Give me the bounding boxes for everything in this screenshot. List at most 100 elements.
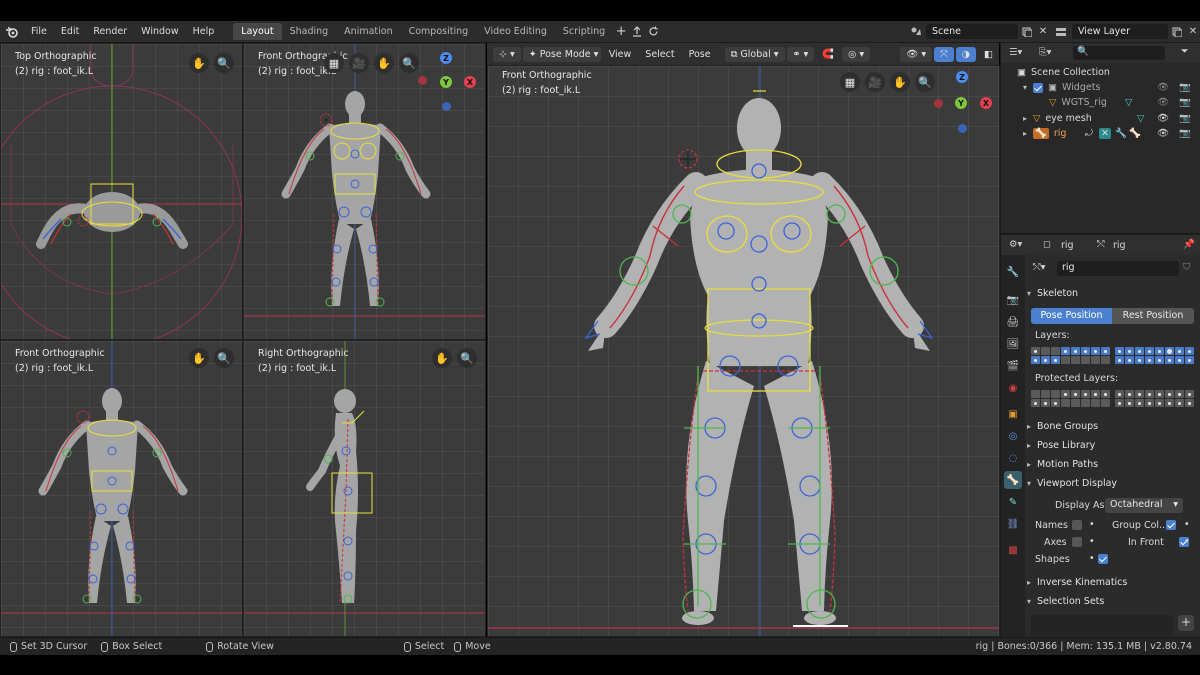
hand-pan-icon[interactable]: ✋	[189, 53, 209, 73]
layer-button[interactable]	[1041, 390, 1050, 398]
grid-icon[interactable]: ▦	[324, 53, 344, 73]
add-workspace-icon[interactable]: +	[613, 24, 629, 39]
gizmo-neg-x-icon[interactable]	[418, 76, 427, 85]
expand-icon[interactable]: ▸	[1023, 114, 1033, 123]
motion-paths-panel-header[interactable]: ▸ Motion Paths	[1027, 455, 1199, 473]
inverse-kinematics-panel-header[interactable]: ▸ Inverse Kinematics	[1027, 573, 1199, 591]
mode-dropdown[interactable]: ✦ Pose Mode ▾	[522, 46, 601, 62]
layer-button[interactable]	[1135, 390, 1144, 398]
group-colors-checkbox[interactable]	[1166, 520, 1176, 530]
layer-button[interactable]	[1155, 390, 1164, 398]
layer-button[interactable]	[1041, 399, 1050, 407]
expand-icon[interactable]: ▸	[1023, 129, 1033, 138]
layers-grid-left[interactable]	[1031, 347, 1110, 364]
layer-button[interactable]	[1185, 390, 1194, 398]
layer-button[interactable]	[1081, 390, 1090, 398]
hand-pan-icon[interactable]: ✋	[189, 348, 209, 368]
layer-button[interactable]	[1175, 356, 1184, 364]
hand-pan-icon[interactable]: ✋	[374, 53, 394, 73]
render-camera-icon[interactable]: 📷	[1179, 82, 1191, 93]
layer-button[interactable]	[1175, 399, 1184, 407]
layer-button[interactable]	[1031, 347, 1040, 355]
layer-button[interactable]	[1071, 347, 1080, 355]
tree-wgts-rig[interactable]: ▽ WGTS_rig ▽ 👁 📷	[1001, 95, 1200, 110]
layer-button[interactable]	[1031, 390, 1040, 398]
layer-button[interactable]	[1155, 347, 1164, 355]
gizmo-z-icon[interactable]: Z	[956, 71, 968, 83]
menu-view[interactable]: View	[603, 47, 638, 62]
zoom-icon[interactable]: 🔍	[214, 348, 234, 368]
include-checkbox[interactable]	[1033, 82, 1043, 93]
layer-button[interactable]	[1061, 347, 1070, 355]
tree-scene-collection[interactable]: ▣ Scene Collection	[1001, 65, 1200, 80]
tree-rig[interactable]: ▸ 🦴 rig ⤾ ✕ 🔧 🦴 👁 📷	[1001, 126, 1200, 141]
pose-library-panel-header[interactable]: ▸ Pose Library	[1027, 436, 1199, 454]
display-as-dropdown[interactable]: Octahedral ▾	[1105, 498, 1183, 513]
camera-icon[interactable]: 🎥	[349, 53, 369, 73]
tab-layout[interactable]: Layout	[233, 23, 282, 40]
layer-button[interactable]	[1125, 390, 1134, 398]
tab-compositing[interactable]: Compositing	[401, 23, 477, 40]
hide-eye-icon[interactable]: 👁	[1157, 128, 1169, 139]
upload-icon[interactable]	[629, 26, 645, 37]
view-layer-field[interactable]: View Layer	[1072, 24, 1168, 39]
layer-button[interactable]	[1051, 347, 1060, 355]
layer-button[interactable]	[1135, 399, 1144, 407]
menu-edit[interactable]: Edit	[54, 26, 86, 37]
gizmo-neg-z-icon[interactable]	[958, 124, 967, 133]
zoom-icon[interactable]: 🔍	[214, 53, 234, 73]
layer-button[interactable]	[1051, 356, 1060, 364]
layer-button[interactable]	[1185, 356, 1194, 364]
layer-button[interactable]	[1061, 390, 1070, 398]
filter-icon[interactable]: ⏷	[1181, 46, 1189, 57]
outliner-search-input[interactable]: 🔍	[1073, 46, 1165, 60]
layer-button[interactable]	[1041, 356, 1050, 364]
selection-sets-panel-header[interactable]: ▾ Selection Sets	[1027, 592, 1199, 610]
overlay-toggle-icon[interactable]: ◑	[955, 46, 977, 62]
layer-button[interactable]	[1165, 399, 1174, 407]
xray-icon[interactable]: ◧	[978, 47, 999, 62]
layer-button[interactable]	[1101, 399, 1110, 407]
tab-view-layer-icon[interactable]: 🖼	[1004, 335, 1022, 353]
editor-type-icon[interactable]: ⊹ ▾	[493, 46, 521, 62]
viewport-bottom-left[interactable]: Front Orthographic (2) rig : foot_ik.L ✋…	[0, 340, 243, 637]
layer-button[interactable]	[1125, 356, 1134, 364]
group-colors-keyframe-dot[interactable]: •	[1184, 519, 1190, 530]
menu-select[interactable]: Select	[639, 47, 680, 62]
menu-window[interactable]: Window	[134, 26, 185, 37]
layer-button[interactable]	[1145, 356, 1154, 364]
layer-button[interactable]	[1165, 390, 1174, 398]
layer-button[interactable]	[1091, 356, 1100, 364]
pose-position-button[interactable]: Pose Position	[1031, 308, 1112, 324]
layer-button[interactable]	[1101, 390, 1110, 398]
layer-button[interactable]	[1101, 356, 1110, 364]
add-selection-set-button[interactable]: +	[1178, 615, 1194, 631]
hand-pan-icon[interactable]: ✋	[890, 72, 910, 92]
zoom-icon[interactable]: 🔍	[915, 72, 935, 92]
tree-widgets[interactable]: ▾ ▣ Widgets 👁 📷	[1001, 80, 1200, 95]
protected-grid-right[interactable]	[1115, 390, 1194, 407]
hide-eye-icon[interactable]: 👁	[1157, 82, 1169, 93]
layer-button[interactable]	[1125, 347, 1134, 355]
tab-bone-constraint-icon[interactable]: ⛓	[1004, 515, 1022, 533]
properties-editor-icon[interactable]: ⚙▾	[1009, 239, 1022, 250]
layer-button[interactable]	[1175, 347, 1184, 355]
in-front-keyframe-dot[interactable]: •	[1184, 536, 1190, 547]
tab-video-editing[interactable]: Video Editing	[476, 23, 555, 40]
zoom-icon[interactable]: 🔍	[457, 348, 477, 368]
view-layer-icon[interactable]	[1050, 27, 1072, 37]
gizmo-toggle-icon[interactable]: ⤧	[934, 46, 954, 62]
layer-button[interactable]	[1101, 347, 1110, 355]
layer-button[interactable]	[1051, 390, 1060, 398]
layer-button[interactable]	[1061, 356, 1070, 364]
tab-modifiers-icon[interactable]: ◎	[1004, 427, 1022, 445]
visibility-icon[interactable]: 👁 ▾	[900, 46, 933, 62]
blender-logo-icon[interactable]	[0, 26, 24, 38]
layer-button[interactable]	[1071, 356, 1080, 364]
display-mode-icon[interactable]: ⎘▾	[1039, 47, 1051, 58]
layer-button[interactable]	[1145, 390, 1154, 398]
tab-physics-icon[interactable]: ◌	[1004, 449, 1022, 467]
layer-button[interactable]	[1135, 356, 1144, 364]
render-camera-icon[interactable]: 📷	[1179, 128, 1191, 139]
selection-sets-list[interactable]	[1031, 615, 1173, 637]
